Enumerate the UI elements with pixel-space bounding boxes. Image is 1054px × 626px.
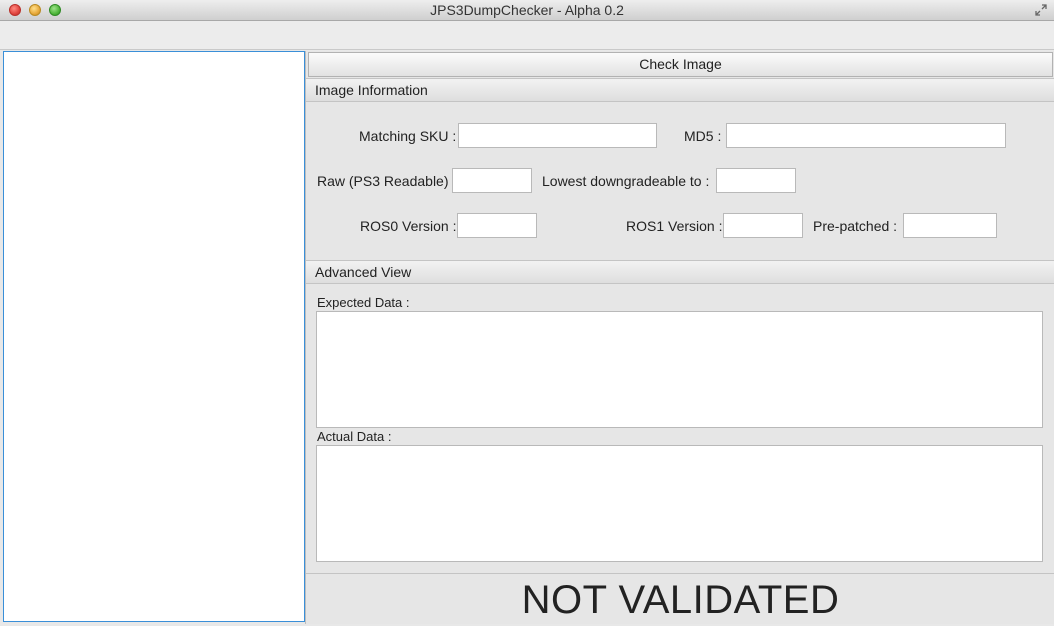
md5-field[interactable]	[726, 123, 1006, 148]
check-image-button[interactable]: Check Image	[308, 52, 1053, 77]
ros0-version-label: ROS0 Version :	[360, 218, 457, 234]
lowest-downgradeable-label: Lowest downgradeable to :	[542, 173, 710, 189]
lowest-downgradeable-field[interactable]	[716, 168, 796, 193]
validation-status: NOT VALIDATED	[306, 573, 1054, 624]
image-file-list[interactable]	[3, 51, 305, 622]
image-information-header[interactable]: Image Information	[306, 78, 1054, 102]
pre-patched-label: Pre-patched :	[813, 218, 898, 234]
advanced-view-header[interactable]: Advanced View	[306, 260, 1054, 284]
title-bar: JPS3DumpChecker - Alpha 0.2	[0, 0, 1054, 21]
actual-data-label: Actual Data :	[317, 429, 392, 444]
raw-ps3-readable-field[interactable]	[452, 168, 532, 193]
actual-data-textarea[interactable]	[316, 445, 1043, 562]
window-title: JPS3DumpChecker - Alpha 0.2	[430, 2, 624, 18]
details-panel: Check Image Image Information Matching S…	[305, 51, 1054, 624]
expected-data-label: Expected Data :	[317, 295, 410, 310]
ros1-version-field[interactable]	[723, 213, 803, 238]
toolbar	[0, 21, 1054, 50]
pre-patched-field[interactable]	[903, 213, 997, 238]
raw-ps3-readable-label: Raw (PS3 Readable) :	[317, 173, 457, 189]
matching-sku-label: Matching SKU :	[359, 128, 457, 144]
expected-data-textarea[interactable]	[316, 311, 1043, 428]
ros1-version-label: ROS1 Version :	[626, 218, 723, 234]
md5-label: MD5 :	[684, 128, 722, 144]
ros0-version-field[interactable]	[457, 213, 537, 238]
fullscreen-icon[interactable]	[1034, 3, 1048, 17]
matching-sku-field[interactable]	[458, 123, 657, 148]
